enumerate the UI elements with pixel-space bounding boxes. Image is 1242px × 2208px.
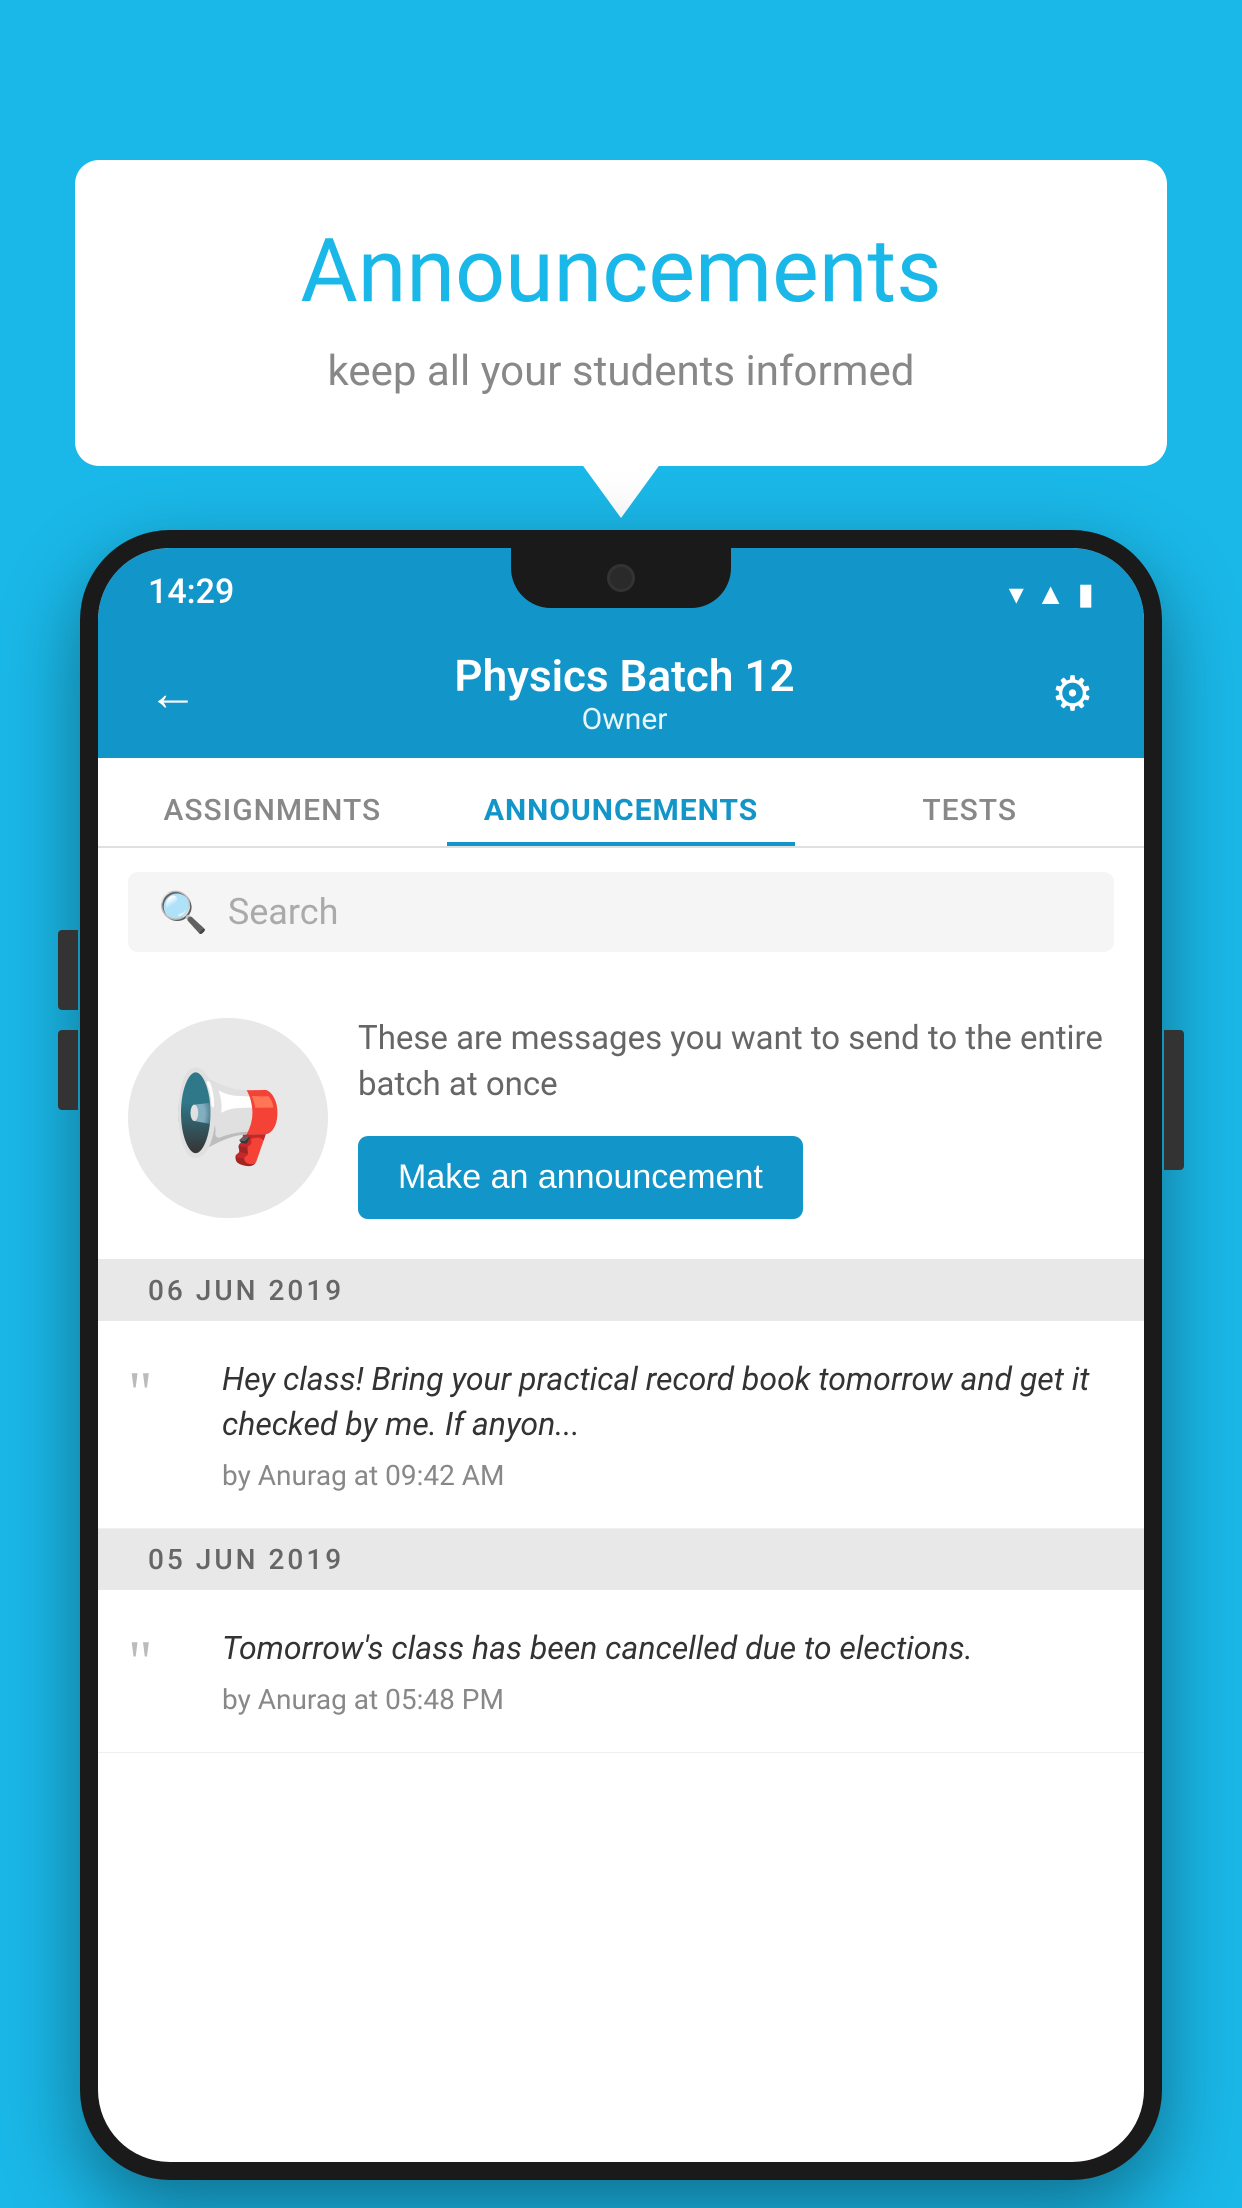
announcement-content-1: Hey class! Bring your practical record b… bbox=[222, 1357, 1114, 1492]
promo-right: These are messages you want to send to t… bbox=[358, 1016, 1114, 1219]
volume-buttons bbox=[58, 930, 78, 1110]
megaphone-icon: 📢 bbox=[172, 1065, 284, 1170]
power-button bbox=[1164, 1030, 1184, 1170]
phone-container: 14:29 ▾ ▲ ▮ ← Physics Batch 12 Owner ⚙ A… bbox=[80, 530, 1162, 2208]
phone-notch bbox=[511, 548, 731, 608]
volume-down-button bbox=[58, 1030, 78, 1110]
announcement-text-2: Tomorrow's class has been cancelled due … bbox=[222, 1626, 1114, 1671]
status-time: 14:29 bbox=[148, 572, 234, 612]
announcement-text-1: Hey class! Bring your practical record b… bbox=[222, 1357, 1114, 1447]
battery-icon: ▮ bbox=[1077, 577, 1094, 612]
search-icon: 🔍 bbox=[158, 889, 208, 936]
tabs-container: ASSIGNMENTS ANNOUNCEMENTS TESTS bbox=[98, 758, 1144, 848]
tab-assignments[interactable]: ASSIGNMENTS bbox=[98, 793, 447, 846]
announcement-promo: 📢 These are messages you want to send to… bbox=[98, 976, 1144, 1260]
promo-icon-circle: 📢 bbox=[128, 1018, 328, 1218]
speech-bubble: Announcements keep all your students inf… bbox=[75, 160, 1167, 466]
bubble-subtitle: keep all your students informed bbox=[155, 347, 1087, 396]
search-box[interactable]: 🔍 Search bbox=[128, 872, 1114, 952]
front-camera bbox=[607, 564, 635, 592]
speech-bubble-section: Announcements keep all your students inf… bbox=[75, 160, 1167, 466]
announcement-meta-1: by Anurag at 09:42 AM bbox=[222, 1459, 1114, 1492]
promo-description: These are messages you want to send to t… bbox=[358, 1016, 1114, 1108]
app-header: ← Physics Batch 12 Owner ⚙ bbox=[98, 628, 1144, 758]
announcement-item-2[interactable]: " Tomorrow's class has been cancelled du… bbox=[98, 1590, 1144, 1753]
bubble-title: Announcements bbox=[155, 220, 1087, 323]
back-button[interactable]: ← bbox=[148, 664, 198, 723]
wifi-icon: ▾ bbox=[1009, 577, 1024, 612]
status-icons: ▾ ▲ ▮ bbox=[1009, 577, 1094, 612]
date-separator-2: 05 JUN 2019 bbox=[98, 1529, 1144, 1590]
quote-icon-2: " bbox=[128, 1632, 198, 1692]
announcement-content-2: Tomorrow's class has been cancelled due … bbox=[222, 1626, 1114, 1716]
header-title: Physics Batch 12 bbox=[454, 650, 794, 702]
search-container: 🔍 Search bbox=[98, 848, 1144, 976]
header-subtitle: Owner bbox=[454, 702, 794, 737]
header-center: Physics Batch 12 Owner bbox=[454, 650, 794, 737]
signal-icon: ▲ bbox=[1036, 577, 1066, 612]
phone-screen: 14:29 ▾ ▲ ▮ ← Physics Batch 12 Owner ⚙ A… bbox=[98, 548, 1144, 2162]
content-area: 🔍 Search 📢 These are messages you want t… bbox=[98, 848, 1144, 1753]
quote-icon-1: " bbox=[128, 1363, 198, 1423]
make-announcement-button[interactable]: Make an announcement bbox=[358, 1136, 803, 1219]
volume-up-button bbox=[58, 930, 78, 1010]
announcement-meta-2: by Anurag at 05:48 PM bbox=[222, 1683, 1114, 1716]
settings-icon[interactable]: ⚙ bbox=[1051, 665, 1094, 722]
tab-announcements[interactable]: ANNOUNCEMENTS bbox=[447, 793, 796, 846]
phone-frame: 14:29 ▾ ▲ ▮ ← Physics Batch 12 Owner ⚙ A… bbox=[80, 530, 1162, 2180]
search-placeholder: Search bbox=[228, 891, 339, 933]
date-separator-1: 06 JUN 2019 bbox=[98, 1260, 1144, 1321]
tab-tests[interactable]: TESTS bbox=[795, 793, 1144, 846]
announcement-item-1[interactable]: " Hey class! Bring your practical record… bbox=[98, 1321, 1144, 1529]
